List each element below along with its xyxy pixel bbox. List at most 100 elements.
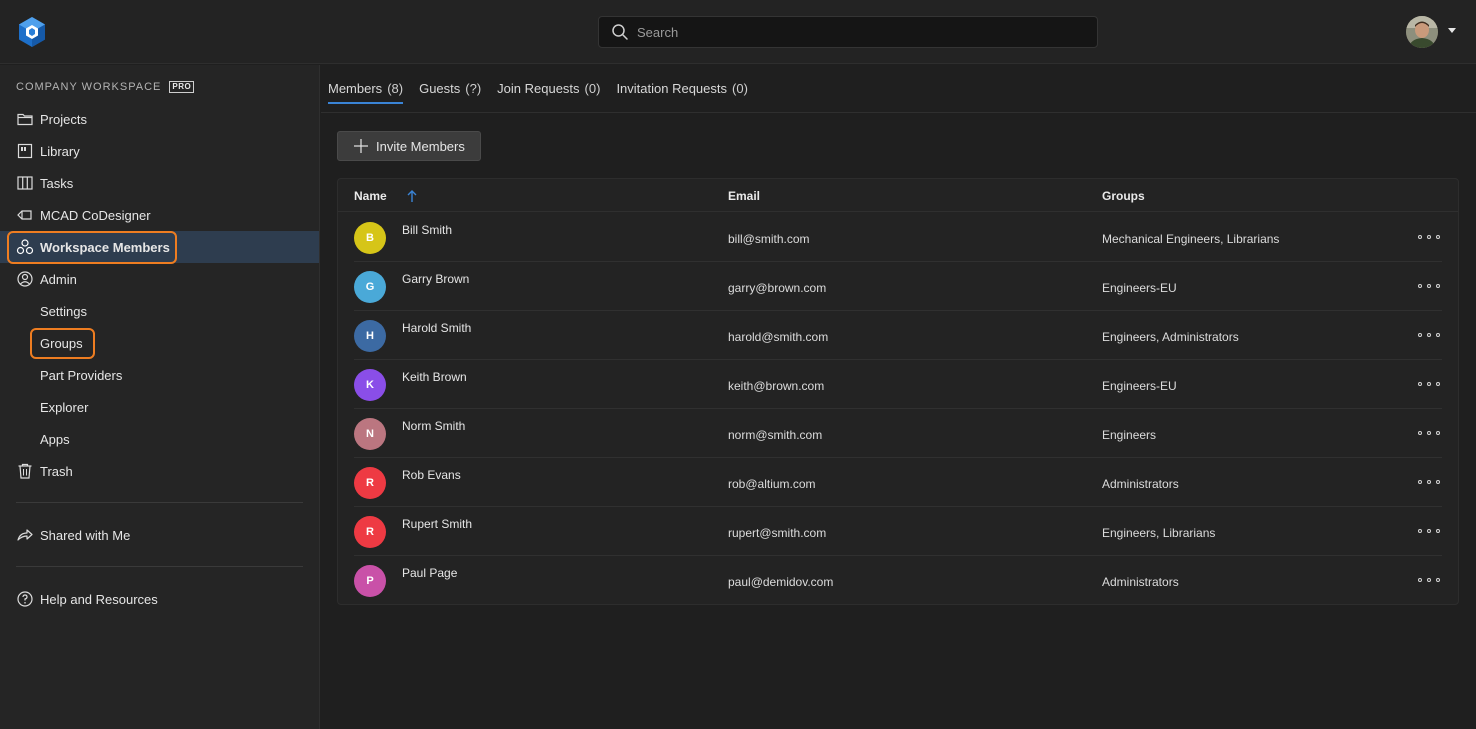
admin-icon [16, 270, 34, 288]
table-row[interactable]: R Rupert Smith rupert@smith.com Engineers, … [354, 507, 1442, 556]
library-icon [16, 142, 34, 160]
share-icon [16, 526, 34, 544]
tab-invitation-requests[interactable]: Invitation Requests (0) [616, 64, 747, 112]
member-email: garry@brown.com [728, 281, 827, 295]
column-header-email[interactable]: Email [728, 189, 760, 203]
member-avatar: R [354, 516, 386, 548]
member-name: Paul Page [402, 566, 458, 580]
member-groups: Mechanical Engineers, Librarians [1102, 232, 1280, 246]
column-header-name[interactable]: Name [354, 189, 387, 203]
tab-label: Guests [419, 80, 461, 96]
sidebar-item-projects[interactable]: Projects [0, 103, 319, 135]
table-row[interactable]: B Bill Smith bill@smith.com Mechanical Engi… [354, 213, 1442, 262]
member-email: harold@smith.com [728, 330, 829, 344]
sidebar-item-label: Admin [40, 271, 77, 287]
pro-badge: PRO [169, 81, 195, 93]
search-icon [612, 24, 628, 40]
members-table: Name Email Groups B Bill Smith bill@smith.… [337, 178, 1459, 605]
sidebar-item-help-and-resources[interactable]: Help and Resources [0, 583, 319, 615]
member-avatar: R [354, 467, 386, 499]
sidebar-item-label: Workspace Members [40, 239, 170, 255]
member-groups: Engineers, Administrators [1102, 330, 1239, 344]
invite-members-button[interactable]: Invite Members [337, 131, 481, 161]
member-avatar: G [354, 271, 386, 303]
sidebar-item-label: Part Providers [40, 367, 123, 383]
workspace-label: COMPANY WORKSPACE [16, 81, 162, 93]
sidebar-item-apps[interactable]: Apps [0, 423, 319, 455]
tab-count: (0) [584, 80, 601, 96]
table-row[interactable]: R Rob Evans rob@altium.com Administrators [354, 458, 1442, 507]
member-name: Rupert Smith [402, 517, 473, 531]
trash-icon [16, 462, 34, 480]
table-row[interactable]: H Harold Smith harold@smith.com Engineers, … [354, 311, 1442, 360]
sidebar-item-workspace-members[interactable]: Workspace Members [0, 231, 319, 263]
sidebar-item-label: Settings [40, 303, 87, 319]
table-row[interactable]: G Garry Brown garry@brown.com Engineers-EU [354, 262, 1442, 311]
tasks-icon [16, 174, 34, 192]
folder-icon [16, 110, 34, 128]
sidebar-item-settings[interactable]: Settings [0, 295, 319, 327]
app-window: COMPANY WORKSPACE PRO Projects Library T… [0, 0, 1476, 729]
table-row[interactable]: N Norm Smith norm@smith.com Engineers [354, 409, 1442, 458]
tab-bar: Members (8) Guests (?) Join Requests (0)… [321, 65, 1476, 113]
member-avatar: B [354, 222, 386, 254]
member-groups: Engineers, Librarians [1102, 526, 1216, 540]
tab-label: Members [328, 80, 383, 96]
table-row[interactable]: P Paul Page paul@demidov.com Administrators [354, 556, 1442, 605]
more-options-icon[interactable] [1418, 278, 1440, 294]
sidebar-item-trash[interactable]: Trash [0, 455, 319, 487]
sort-ascending-icon[interactable] [406, 189, 418, 203]
member-email: keith@brown.com [728, 379, 825, 393]
member-email: norm@smith.com [728, 428, 823, 442]
sidebar-item-label: Library [40, 143, 80, 159]
tab-guests[interactable]: Guests (?) [419, 64, 481, 112]
sidebar-item-groups[interactable]: Groups [0, 327, 319, 359]
member-email: bill@smith.com [728, 232, 810, 246]
member-groups: Administrators [1102, 477, 1179, 491]
member-groups: Engineers-EU [1102, 281, 1177, 295]
tab-join-requests[interactable]: Join Requests (0) [497, 64, 600, 112]
sidebar-item-library[interactable]: Library [0, 135, 319, 167]
member-groups: Engineers-EU [1102, 379, 1177, 393]
mcad-icon [16, 206, 34, 224]
more-options-icon[interactable] [1418, 523, 1440, 539]
member-name: Harold Smith [402, 321, 472, 335]
member-avatar: K [354, 369, 386, 401]
member-avatar: H [354, 320, 386, 352]
member-groups: Administrators [1102, 575, 1179, 589]
sidebar-item-admin[interactable]: Admin [0, 263, 319, 295]
sidebar-item-label: Groups [40, 335, 83, 351]
member-email: rupert@smith.com [728, 526, 827, 540]
more-options-icon[interactable] [1418, 327, 1440, 343]
more-options-icon[interactable] [1418, 572, 1440, 588]
sidebar-item-shared-with-me[interactable]: Shared with Me [0, 519, 319, 551]
search-input[interactable] [637, 24, 1077, 40]
sidebar-item-label: Help and Resources [40, 591, 158, 607]
search-box[interactable] [598, 16, 1098, 48]
member-name: Garry Brown [402, 272, 470, 286]
member-name: Bill Smith [402, 223, 453, 237]
sidebar-item-tasks[interactable]: Tasks [0, 167, 319, 199]
help-icon [16, 590, 34, 608]
altium-logo-icon[interactable] [16, 16, 48, 48]
table-header: Name Email Groups [338, 179, 1458, 212]
tab-label: Invitation Requests [616, 80, 728, 96]
more-options-icon[interactable] [1418, 376, 1440, 392]
tab-label: Join Requests [497, 80, 580, 96]
table-row[interactable]: K Keith Brown keith@brown.com Engineers-EU [354, 360, 1442, 409]
more-options-icon[interactable] [1418, 425, 1440, 441]
sidebar-item-part-providers[interactable]: Part Providers [0, 359, 319, 391]
member-name: Keith Brown [402, 370, 467, 384]
user-avatar[interactable] [1406, 16, 1438, 48]
chevron-down-icon[interactable] [1448, 28, 1456, 33]
workspace-title: COMPANY WORKSPACE PRO [16, 81, 195, 93]
sidebar-item-mcad-codesigner[interactable]: MCAD CoDesigner [0, 199, 319, 231]
tab-members[interactable]: Members (8) [328, 64, 404, 112]
sidebar-item-label: Shared with Me [40, 527, 131, 543]
more-options-icon[interactable] [1418, 474, 1440, 490]
more-options-icon[interactable] [1418, 229, 1440, 245]
sidebar-divider [16, 502, 303, 503]
sidebar-item-explorer[interactable]: Explorer [0, 391, 319, 423]
column-header-groups[interactable]: Groups [1102, 189, 1145, 203]
plus-icon [354, 139, 368, 153]
